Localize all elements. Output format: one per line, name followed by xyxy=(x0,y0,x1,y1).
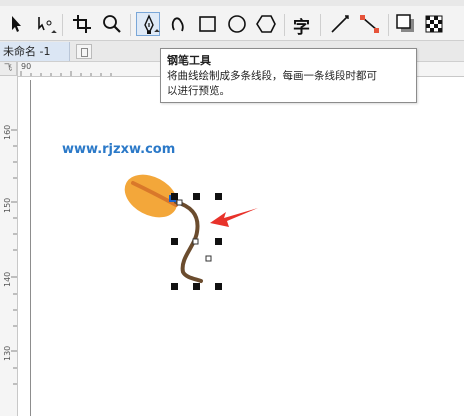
rectangle-icon xyxy=(199,16,216,32)
new-tab-icon[interactable] xyxy=(76,44,92,59)
drawing-canvas[interactable] xyxy=(18,77,464,416)
tooltip-line: 以进行预览。 xyxy=(167,85,230,97)
vertical-ruler[interactable]: 160 150 140 130 xyxy=(0,62,18,416)
tooltip-line: 将曲线绘制成多条线段，每画一条线段时都可 xyxy=(167,70,377,82)
separator xyxy=(388,14,389,36)
text-tool-button[interactable]: 字 xyxy=(290,12,314,38)
polygon-icon xyxy=(256,15,276,33)
ruler-label: 90 xyxy=(21,62,32,71)
artistic-media-icon xyxy=(171,17,184,32)
checkerboard-icon xyxy=(425,15,443,33)
connector-icon xyxy=(360,15,379,33)
ruler-label: 150 xyxy=(3,197,12,213)
pen-tool-tooltip: 钢笔工具 将曲线绘制成多条线段，每画一条线段时都可 以进行预览。 xyxy=(160,48,417,103)
ruler-label: 160 xyxy=(3,124,12,140)
text-glyph-icon: 字 xyxy=(293,18,310,38)
tooltip-title: 钢笔工具 xyxy=(167,54,211,67)
separator xyxy=(320,14,321,36)
watermark-text: www.rjzxw.com xyxy=(62,142,176,157)
polygon-tool-button[interactable] xyxy=(254,12,278,36)
document-tab[interactable]: 未命名 -1 xyxy=(0,42,70,61)
pen-tool-button[interactable] xyxy=(136,12,160,36)
ruler-label: 130 xyxy=(3,345,12,361)
ruler-origin[interactable]: 飞 xyxy=(0,62,17,76)
dimension-tool-button[interactable] xyxy=(328,12,352,36)
toolbox: 字 xyxy=(0,6,464,41)
separator xyxy=(130,14,131,36)
drop-shadow-tool-button[interactable] xyxy=(394,12,418,36)
magnifier-icon xyxy=(103,15,121,33)
pick-tool-button[interactable] xyxy=(4,12,28,36)
dimension-line-icon xyxy=(331,15,349,33)
pointer-icon xyxy=(12,16,21,32)
separator xyxy=(62,14,63,36)
rectangle-tool-button[interactable] xyxy=(196,12,220,36)
ellipse-tool-button[interactable] xyxy=(225,12,249,36)
separator xyxy=(284,14,285,36)
crop-icon xyxy=(73,15,91,33)
zoom-tool-button[interactable] xyxy=(100,12,124,36)
connector-tool-button[interactable] xyxy=(358,12,382,36)
ruler-label: 140 xyxy=(3,271,12,287)
drop-shadow-icon xyxy=(396,14,414,32)
crop-tool-button[interactable] xyxy=(70,12,94,36)
transparency-tool-button[interactable] xyxy=(422,12,446,36)
ruler-origin-label: 飞 xyxy=(4,63,12,72)
artistic-media-tool-button[interactable] xyxy=(166,12,190,36)
ruler-ticks xyxy=(11,129,17,385)
page-border xyxy=(30,80,31,416)
shape-tool-button[interactable] xyxy=(32,12,57,36)
ellipse-icon xyxy=(228,15,246,33)
